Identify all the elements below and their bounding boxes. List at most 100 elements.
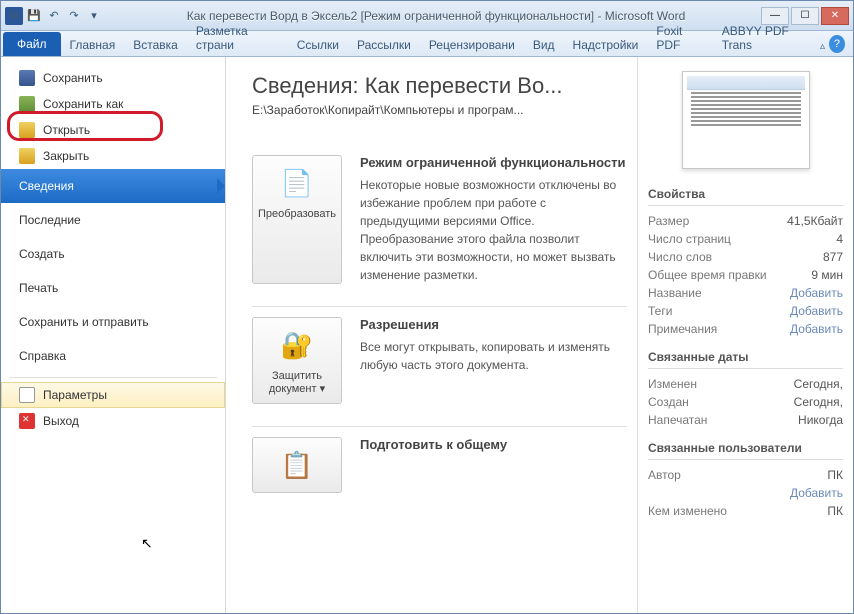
dates-heading: Связанные даты xyxy=(648,350,843,369)
property-value: 877 xyxy=(823,250,843,264)
tab-view[interactable]: Вид xyxy=(524,34,564,56)
menu-options[interactable]: Параметры xyxy=(1,382,225,408)
property-value: Сегодня, xyxy=(794,395,843,409)
convert-button[interactable]: 📄 Преобразовать xyxy=(252,155,342,284)
property-value: 9 мин xyxy=(811,268,843,282)
menu-open[interactable]: Открыть xyxy=(1,117,225,143)
tab-foxit[interactable]: Foxit PDF xyxy=(647,20,712,56)
info-heading: Сведения: Как перевести Во... xyxy=(252,73,627,99)
property-row: Число страниц 4 xyxy=(648,230,843,248)
property-key: Теги xyxy=(648,304,672,318)
info-panel: Сведения: Как перевести Во... E:\Заработ… xyxy=(226,57,638,613)
property-value: ПК xyxy=(827,504,843,518)
protect-button[interactable]: 🔐 Защитить документ ▾ xyxy=(252,317,342,404)
tab-addins[interactable]: Надстройки xyxy=(564,34,648,56)
prepare-button[interactable]: 📋 xyxy=(252,437,342,493)
property-key: Примечания xyxy=(648,322,717,336)
property-row: Размер 41,5Кбайт xyxy=(648,212,843,230)
tab-references[interactable]: Ссылки xyxy=(288,34,348,56)
convert-desc: Некоторые новые возможности отключены во… xyxy=(360,176,627,284)
property-key: Общее время правки xyxy=(648,268,767,282)
menu-save-as[interactable]: Сохранить как xyxy=(1,91,225,117)
property-row: Примечания Добавить xyxy=(648,320,843,338)
menu-new[interactable]: Создать xyxy=(1,237,225,271)
properties-panel: Свойства Размер41,5КбайтЧисло страниц4Чи… xyxy=(638,57,853,613)
convert-title: Режим ограниченной функциональности xyxy=(360,155,627,170)
menu-info[interactable]: Сведения xyxy=(1,169,225,203)
tab-mailings[interactable]: Рассылки xyxy=(348,34,420,56)
menu-print[interactable]: Печать xyxy=(1,271,225,305)
property-key: Размер xyxy=(648,214,689,228)
convert-block: 📄 Преобразовать Режим ограниченной функц… xyxy=(252,145,627,307)
property-key: Число страниц xyxy=(648,232,731,246)
redo-icon[interactable]: ↷ xyxy=(65,7,83,25)
close-icon xyxy=(19,148,35,164)
document-thumbnail[interactable] xyxy=(682,71,810,169)
property-value[interactable]: Добавить xyxy=(790,486,843,500)
qat-dropdown-icon[interactable]: ▾ xyxy=(85,7,103,25)
file-path: E:\Заработок\Копирайт\Компьютеры и прогр… xyxy=(252,103,627,117)
cursor-icon: ↖ xyxy=(141,535,153,552)
menu-exit[interactable]: Выход xyxy=(1,408,225,434)
prepare-icon: 📋 xyxy=(278,446,316,484)
property-row: Добавить xyxy=(648,484,843,502)
menu-close[interactable]: Закрыть xyxy=(1,143,225,169)
save-icon[interactable]: 💾 xyxy=(25,7,43,25)
tab-abbyy[interactable]: ABBYY PDF Trans xyxy=(713,20,820,56)
exit-icon xyxy=(19,413,35,429)
users-heading: Связанные пользователи xyxy=(648,441,843,460)
save-icon xyxy=(19,70,35,86)
help-icon[interactable]: ? xyxy=(829,35,845,53)
property-key: Число слов xyxy=(648,250,712,264)
property-row: Создан Сегодня, xyxy=(648,393,843,411)
protect-title: Разрешения xyxy=(360,317,627,332)
property-key: Напечатан xyxy=(648,413,707,427)
protect-icon: 🔐 xyxy=(278,326,316,364)
undo-icon[interactable]: ↶ xyxy=(45,7,63,25)
property-row: Кем изменено ПК xyxy=(648,502,843,520)
property-row: Автор ПК xyxy=(648,466,843,484)
property-value[interactable]: Добавить xyxy=(790,322,843,336)
property-key: Изменен xyxy=(648,377,697,391)
property-value: Никогда xyxy=(798,413,843,427)
tab-insert[interactable]: Вставка xyxy=(124,34,187,56)
protect-desc: Все могут открывать, копировать и изменя… xyxy=(360,338,627,374)
tab-layout[interactable]: Разметка страни xyxy=(187,20,288,56)
property-key: Создан xyxy=(648,395,689,409)
open-icon xyxy=(19,122,35,138)
ribbon-collapse-icon[interactable]: ▵ xyxy=(820,41,825,52)
tab-review[interactable]: Рецензировани xyxy=(420,34,524,56)
quick-access-toolbar: W 💾 ↶ ↷ ▾ xyxy=(5,7,103,25)
property-row: Изменен Сегодня, xyxy=(648,375,843,393)
property-row: Напечатан Никогда xyxy=(648,411,843,429)
property-key: Название xyxy=(648,286,702,300)
backstage-view: Сохранить Сохранить как Открыть Закрыть … xyxy=(1,57,853,613)
protect-block: 🔐 Защитить документ ▾ Разрешения Все мог… xyxy=(252,307,627,427)
property-value[interactable]: Добавить xyxy=(790,286,843,300)
close-button[interactable]: ✕ xyxy=(821,7,849,25)
property-row: Число слов 877 xyxy=(648,248,843,266)
property-key: Кем изменено xyxy=(648,504,727,518)
property-value: 4 xyxy=(836,232,843,246)
property-value: Сегодня, xyxy=(794,377,843,391)
menu-help[interactable]: Справка xyxy=(1,339,225,373)
tab-file[interactable]: Файл xyxy=(3,32,61,56)
property-row: Теги Добавить xyxy=(648,302,843,320)
menu-save[interactable]: Сохранить xyxy=(1,65,225,91)
save-as-icon xyxy=(19,96,35,112)
property-value[interactable]: Добавить xyxy=(790,304,843,318)
tab-home[interactable]: Главная xyxy=(61,34,125,56)
separator xyxy=(9,377,217,378)
prepare-block: 📋 Подготовить к общему xyxy=(252,427,627,515)
property-row: Общее время правки 9 мин xyxy=(648,266,843,284)
property-value: 41,5Кбайт xyxy=(787,214,843,228)
convert-icon: 📄 xyxy=(278,164,316,202)
property-value: ПК xyxy=(827,468,843,482)
property-key: Автор xyxy=(648,468,681,482)
menu-recent[interactable]: Последние xyxy=(1,203,225,237)
ribbon-tabs: Файл Главная Вставка Разметка страни Ссы… xyxy=(1,31,853,57)
backstage-menu: Сохранить Сохранить как Открыть Закрыть … xyxy=(1,57,226,613)
properties-heading[interactable]: Свойства xyxy=(648,187,843,206)
menu-save-send[interactable]: Сохранить и отправить xyxy=(1,305,225,339)
word-icon: W xyxy=(5,7,23,25)
